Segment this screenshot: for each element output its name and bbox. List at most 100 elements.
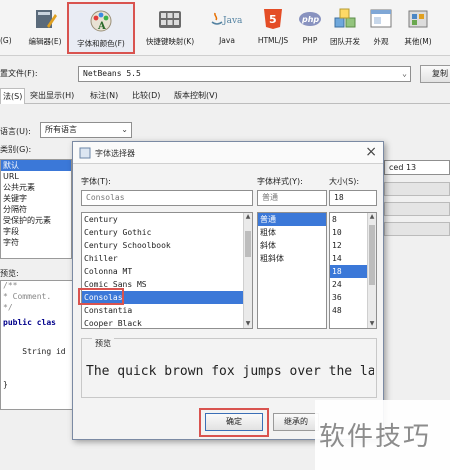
chevron-down-icon: ⌄ — [402, 69, 407, 78]
effects-field[interactable] — [384, 222, 450, 236]
font-size-input[interactable]: 18 — [329, 190, 377, 206]
toolbar-label: 团队开发 — [330, 37, 360, 46]
highlight-box — [78, 288, 124, 305]
toolbar-item-php[interactable]: php PHP — [297, 2, 323, 54]
toolbar-label: HTML/JS — [257, 36, 289, 45]
java-icon: Java — [211, 12, 243, 26]
list-item[interactable]: 默认 — [1, 160, 71, 171]
toolbar-item-html-js[interactable]: 5 HTML/JS — [251, 2, 295, 54]
list-item[interactable]: 粗体 — [258, 226, 326, 239]
list-item[interactable]: Century Gothic — [82, 226, 252, 239]
code-line: String id — [3, 347, 66, 356]
html5-icon: 5 — [264, 9, 282, 29]
toolbar-item-editor[interactable]: 编辑器(E) — [22, 2, 68, 54]
font-label: 字体(T): — [81, 177, 111, 186]
tab-versioning[interactable]: 版本控制(V) — [172, 88, 220, 104]
code-preview: /** * Comment. */ public clas String id … — [0, 280, 80, 410]
list-item[interactable]: Century Schoolbook — [82, 239, 252, 252]
list-item[interactable]: Century — [82, 213, 252, 226]
foreground-field[interactable] — [384, 182, 450, 196]
background-field[interactable] — [384, 202, 450, 216]
list-item[interactable]: 公共元素 — [1, 182, 71, 193]
category-list[interactable]: 默认 URL 公共元素 关键字 分隔符 受保护的元素 字段 字符 — [0, 159, 72, 259]
font-chooser-dialog: 字体选择器 × 字体(T): Consolas Century Century … — [72, 141, 384, 440]
toolbar-label: (G) — [0, 36, 12, 45]
scroll-up-icon[interactable]: ▲ — [368, 213, 376, 221]
font-list[interactable]: Century Century Gothic Century Schoolboo… — [81, 212, 253, 329]
tab-diff[interactable]: 比较(D) — [130, 88, 162, 104]
toolbar-item-general[interactable]: (G) — [0, 2, 20, 54]
style-label: 字体样式(Y): — [257, 177, 303, 186]
category-label: 类别(G): — [0, 145, 32, 154]
close-icon[interactable]: × — [365, 144, 377, 160]
svg-text:php: php — [301, 15, 319, 24]
list-item-selected[interactable]: 普通 — [258, 213, 326, 226]
copy-button[interactable]: 复制 — [420, 65, 450, 83]
php-icon: php — [299, 12, 321, 26]
size-label: 大小(S): — [329, 177, 360, 186]
code-line: public clas — [3, 318, 56, 327]
font-list-scrollbar[interactable]: ▲ ▼ — [243, 213, 252, 328]
toolbar-label: 外观 — [373, 37, 389, 46]
list-item[interactable]: 斜体 — [258, 239, 326, 252]
fonts-colors-icon: A — [90, 10, 112, 32]
size-list-scrollbar[interactable]: ▲ ▼ — [367, 213, 376, 328]
profile-combo[interactable]: NetBeans 5.5 ⌄ — [78, 66, 411, 82]
font-style-value: 普通 — [262, 193, 278, 202]
list-item[interactable]: URL — [1, 171, 71, 182]
chevron-down-icon: ⌄ — [121, 125, 128, 134]
preview-title: 预览 — [92, 338, 114, 349]
highlight-box — [199, 408, 269, 437]
font-style-input[interactable]: 普通 — [257, 190, 327, 206]
svg-text:A: A — [97, 21, 106, 32]
tab-annotations[interactable]: 标注(N) — [88, 88, 120, 104]
list-item[interactable]: 关键字 — [1, 193, 71, 204]
scroll-thumb[interactable] — [245, 231, 251, 257]
font-size-list[interactable]: 8 10 12 14 18 24 36 48 ▲ ▼ — [329, 212, 377, 329]
dialog-title: 字体选择器 — [95, 149, 135, 158]
toolbar-item-appearance[interactable]: 外观 — [366, 2, 396, 54]
preview-group: 预览 The quick brown fox jumps over the la — [81, 338, 377, 398]
list-item[interactable]: 分隔符 — [1, 204, 71, 215]
options-toolbar: (G) 编辑器(E) A 字体和颜色(F) 快捷键映射(K) Java Java… — [0, 0, 450, 56]
dialog-icon — [79, 147, 91, 159]
font-style-list[interactable]: 普通 粗体 斜体 粗斜体 — [257, 212, 327, 329]
inherit-button[interactable]: 继承的 — [273, 413, 319, 431]
list-item[interactable]: 受保护的元素 — [1, 215, 71, 226]
scroll-down-icon[interactable]: ▼ — [368, 320, 376, 328]
list-item[interactable]: 字段 — [1, 226, 71, 237]
toolbar-item-misc[interactable]: 其他(M) — [398, 2, 438, 54]
svg-text:5: 5 — [269, 13, 277, 26]
list-item[interactable]: Cooper Black — [82, 317, 252, 328]
toolbar-label: Java — [219, 36, 235, 45]
list-item[interactable]: 粗斜体 — [258, 252, 326, 265]
scroll-thumb[interactable] — [369, 225, 375, 285]
font-field-value: ced 13 — [389, 163, 417, 172]
font-name-input[interactable]: Consolas — [81, 190, 253, 206]
code-line: /** — [3, 281, 18, 290]
list-item[interactable]: Chiller — [82, 252, 252, 265]
toolbar-item-java[interactable]: Java Java — [205, 2, 249, 54]
dialog-titlebar: 字体选择器 × — [73, 142, 383, 164]
toolbar-item-keymap[interactable]: 快捷键映射(K) — [137, 2, 203, 54]
language-combo[interactable]: 所有语言 ⌄ — [40, 122, 132, 138]
toolbar-item-team[interactable]: 团队开发 — [325, 2, 365, 54]
toolbar-item-fonts-colors[interactable]: A 字体和颜色(F) — [67, 2, 135, 54]
list-item[interactable]: Constantia — [82, 304, 252, 317]
list-item[interactable]: 字符 — [1, 237, 71, 248]
font-field[interactable]: ced 13 — [384, 160, 450, 175]
tab-highlighting[interactable]: 突出显示(H) — [28, 88, 76, 104]
font-size-value: 18 — [334, 193, 344, 202]
font-name-value: Consolas — [86, 193, 125, 202]
code-line: } — [3, 380, 8, 389]
tab-syntax[interactable]: 法(S) — [0, 88, 26, 104]
scroll-up-icon[interactable]: ▲ — [244, 213, 252, 221]
profile-label: 置文件(F): — [0, 69, 38, 78]
list-item[interactable]: Colonna MT — [82, 265, 252, 278]
keyboard-icon — [159, 11, 181, 28]
scroll-down-icon[interactable]: ▼ — [244, 320, 252, 328]
language-label: 语言(U): — [0, 127, 31, 136]
language-value: 所有语言 — [45, 125, 77, 134]
